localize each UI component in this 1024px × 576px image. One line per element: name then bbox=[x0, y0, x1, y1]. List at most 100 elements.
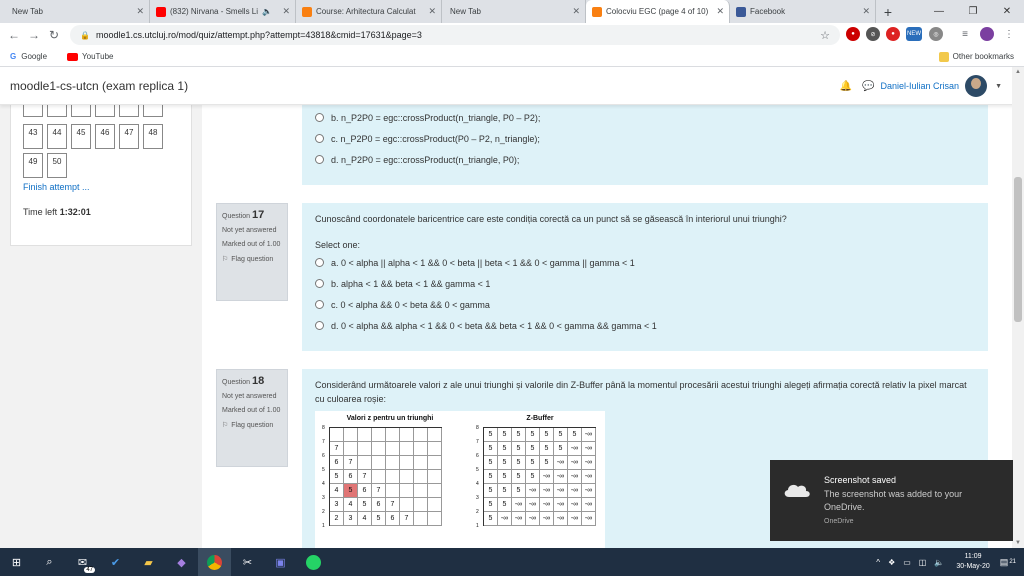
radio-button[interactable] bbox=[315, 134, 324, 143]
quiz-nav-button[interactable]: 44 bbox=[47, 124, 67, 149]
grid-cell: -∞ bbox=[512, 498, 526, 512]
teams-icon[interactable]: ▣ bbox=[264, 548, 297, 576]
tab-youtube[interactable]: (832) Nirvana - Smells Li 🔈 ✕ bbox=[150, 0, 296, 23]
answer-option[interactable]: d. 0 < alpha && alpha < 1 && 0 < beta &&… bbox=[315, 315, 975, 336]
dropbox-icon[interactable]: ❖ bbox=[888, 558, 895, 567]
chrome-icon[interactable] bbox=[198, 548, 231, 576]
tab-course[interactable]: Course: Arhitectura Calculat ✕ bbox=[296, 0, 442, 23]
block-icon[interactable]: ⊘ bbox=[866, 27, 880, 41]
close-window-button[interactable]: ✕ bbox=[990, 0, 1024, 23]
extension-new-icon[interactable]: NEW bbox=[906, 27, 922, 41]
quiz-nav-button[interactable]: 49 bbox=[23, 153, 43, 178]
scrollbar-thumb[interactable] bbox=[1014, 177, 1022, 322]
answer-option[interactable]: c. n_P2P0 = egc::crossProduct(P0 – P2, n… bbox=[315, 128, 975, 149]
extension-red-icon[interactable]: ● bbox=[886, 27, 900, 41]
extension-gray-icon[interactable]: ◎ bbox=[929, 27, 943, 41]
media-control-icon[interactable]: ≡ bbox=[958, 27, 972, 41]
answer-option[interactable]: b. alpha < 1 && beta < 1 && gamma < 1 bbox=[315, 273, 975, 294]
radio-button[interactable] bbox=[315, 113, 324, 122]
quiz-nav-button[interactable]: 50 bbox=[47, 153, 67, 178]
answer-option[interactable]: c. 0 < alpha && 0 < beta && 0 < gamma bbox=[315, 294, 975, 315]
quiz-nav-button[interactable] bbox=[95, 105, 115, 117]
user-name[interactable]: Daniel-Iulian Crisan bbox=[881, 81, 960, 91]
todo-icon[interactable]: ✔ bbox=[99, 548, 132, 576]
menu-icon[interactable]: ⋮ bbox=[1002, 27, 1016, 41]
youtube-icon bbox=[67, 52, 79, 61]
clock[interactable]: 11:09 30-May-20 bbox=[956, 552, 989, 572]
volume-icon[interactable]: 🔈 bbox=[934, 558, 944, 567]
flag-question-link[interactable]: ⚐ Flag question bbox=[222, 421, 282, 430]
url-bar[interactable]: 🔒 moodle1.cs.utcluj.ro/mod/quiz/attempt.… bbox=[70, 25, 840, 45]
close-icon[interactable]: ✕ bbox=[716, 6, 724, 17]
close-icon[interactable]: ✕ bbox=[862, 6, 870, 17]
back-icon[interactable]: ← bbox=[4, 28, 24, 42]
quiz-nav-button[interactable] bbox=[47, 105, 67, 117]
answer-option[interactable]: a. 0 < alpha || alpha < 1 && 0 < beta ||… bbox=[315, 252, 975, 273]
grid-cell: 5 bbox=[568, 428, 582, 442]
tab-facebook[interactable]: Facebook ✕ bbox=[730, 0, 876, 23]
reload-icon[interactable]: ↻ bbox=[44, 28, 64, 42]
radio-button[interactable] bbox=[315, 279, 324, 288]
quiz-nav-button[interactable] bbox=[23, 105, 43, 117]
start-icon[interactable]: ⊞ bbox=[0, 548, 33, 576]
bookmark-google[interactable]: G Google bbox=[10, 52, 47, 61]
answer-option[interactable]: b. n_P2P0 = egc::crossProduct(n_triangle… bbox=[315, 107, 975, 128]
chevron-down-icon[interactable]: ▼ bbox=[995, 83, 1002, 90]
chat-icon[interactable]: 💬 bbox=[862, 81, 874, 92]
radio-button[interactable] bbox=[315, 155, 324, 164]
quiz-nav-button[interactable]: 47 bbox=[119, 124, 139, 149]
radio-button[interactable] bbox=[315, 300, 324, 309]
search-icon[interactable]: ⌕ bbox=[33, 548, 66, 576]
close-icon[interactable]: ✕ bbox=[282, 6, 290, 17]
scroll-down-icon[interactable]: ▼ bbox=[1012, 540, 1024, 546]
grid-cell bbox=[428, 428, 442, 442]
visual-studio-icon[interactable]: ◆ bbox=[165, 548, 198, 576]
answer-option[interactable]: d. n_P2P0 = egc::crossProduct(n_triangle… bbox=[315, 149, 975, 170]
close-icon[interactable]: ✕ bbox=[572, 6, 580, 17]
adblock-icon[interactable]: ● bbox=[846, 27, 860, 41]
avatar[interactable] bbox=[965, 75, 988, 97]
maximize-button[interactable]: ❐ bbox=[956, 0, 990, 23]
minimize-button[interactable]: — bbox=[922, 0, 956, 23]
quiz-nav-button[interactable] bbox=[119, 105, 139, 117]
tab-colocviu[interactable]: Colocviu EGC (page 4 of 10) ✕ bbox=[586, 0, 730, 23]
close-icon[interactable]: ✕ bbox=[428, 6, 436, 17]
other-bookmarks[interactable]: Other bookmarks bbox=[938, 51, 1014, 62]
forward-icon[interactable]: → bbox=[24, 28, 44, 42]
snipping-tool-icon[interactable]: ✂ bbox=[231, 548, 264, 576]
radio-button[interactable] bbox=[315, 258, 324, 267]
file-explorer-icon[interactable]: ▰ bbox=[132, 548, 165, 576]
notification-center-icon[interactable]: ▤ bbox=[1000, 557, 1009, 568]
grid-cell: 6 bbox=[344, 470, 358, 484]
new-tab-button[interactable]: + bbox=[876, 0, 900, 23]
battery-icon[interactable]: ▭ bbox=[903, 558, 911, 567]
grid-cell: 5 bbox=[512, 456, 526, 470]
radio-button[interactable] bbox=[315, 321, 324, 330]
scroll-up-icon[interactable]: ▲ bbox=[1012, 69, 1024, 75]
site-name[interactable]: moodle1-cs-utcn (exam replica 1) bbox=[10, 79, 188, 93]
tab-new-tab-1[interactable]: New Tab ✕ bbox=[0, 0, 150, 23]
tab-new-tab-2[interactable]: New Tab ✕ bbox=[442, 0, 586, 23]
quiz-nav-button[interactable]: 43 bbox=[23, 124, 43, 149]
flag-question-link[interactable]: ⚐ Flag question bbox=[222, 255, 282, 264]
quiz-nav-button[interactable] bbox=[71, 105, 91, 117]
grid-cell: -∞ bbox=[568, 456, 582, 470]
quiz-nav-button[interactable] bbox=[143, 105, 163, 117]
bookmark-youtube[interactable]: YouTube bbox=[67, 52, 113, 61]
onedrive-notification[interactable]: Screenshot saved The screenshot was adde… bbox=[770, 460, 1013, 541]
chevron-up-icon[interactable]: ^ bbox=[876, 558, 880, 567]
quiz-nav-button[interactable]: 45 bbox=[71, 124, 91, 149]
bell-icon[interactable]: 🔔 bbox=[840, 81, 852, 92]
close-icon[interactable]: ✕ bbox=[136, 6, 144, 17]
network-icon[interactable]: ◫ bbox=[919, 558, 927, 567]
mail-icon[interactable]: ✉ 47 bbox=[66, 548, 99, 576]
quiz-nav-button[interactable]: 48 bbox=[143, 124, 163, 149]
profile-icon[interactable] bbox=[980, 27, 994, 41]
user-menu[interactable]: 🔔 💬 Daniel-Iulian Crisan ▼ bbox=[840, 75, 1002, 97]
bookmark-star-icon[interactable]: ☆ bbox=[820, 29, 830, 42]
page-scrollbar[interactable]: ▲ ▼ bbox=[1012, 67, 1024, 548]
select-one-label: Select one: bbox=[315, 240, 361, 250]
quiz-nav-button[interactable]: 46 bbox=[95, 124, 115, 149]
finish-attempt-link[interactable]: Finish attempt ... bbox=[23, 182, 90, 192]
whatsapp-icon[interactable] bbox=[297, 548, 330, 576]
